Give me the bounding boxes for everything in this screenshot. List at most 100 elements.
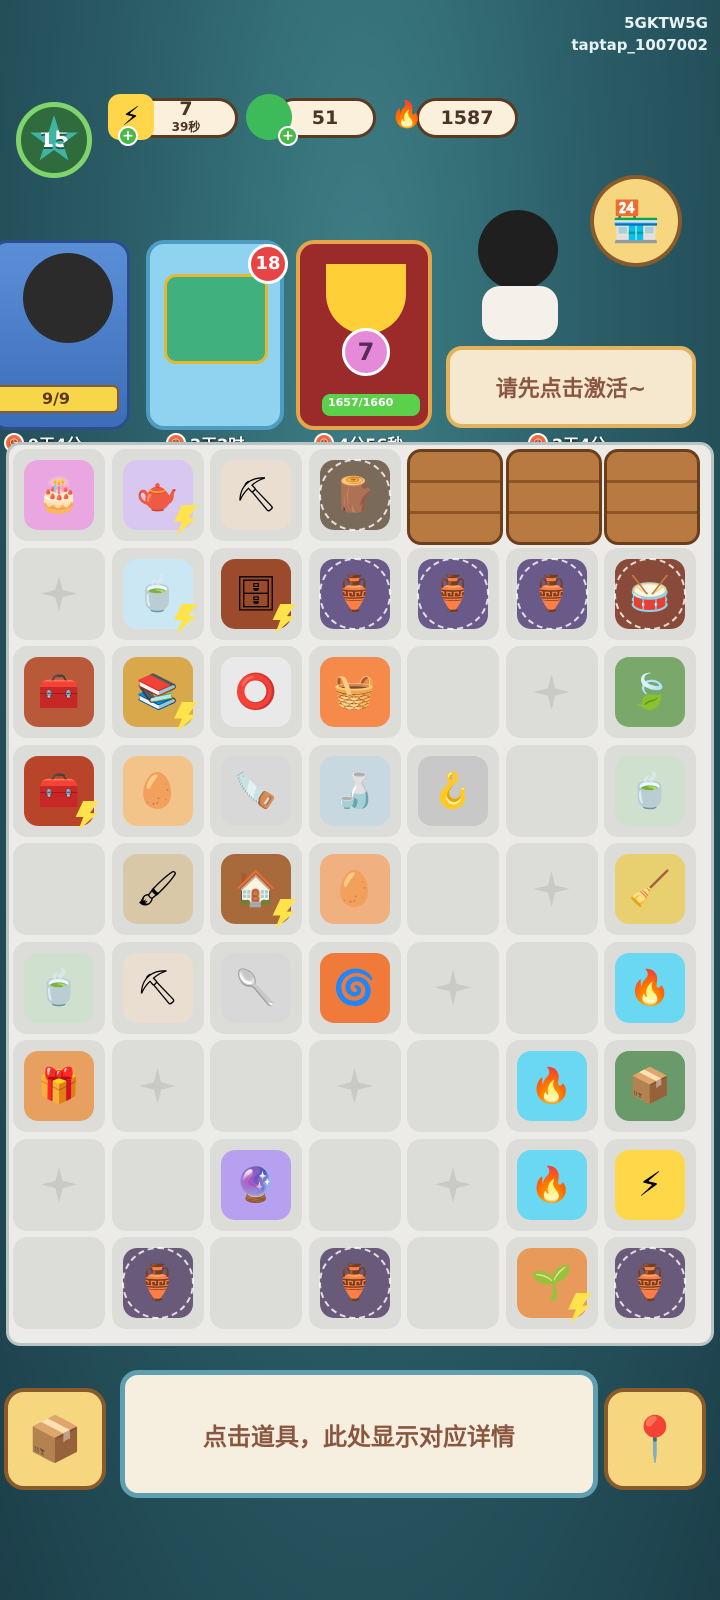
board-cell[interactable]: 🖌 bbox=[111, 843, 204, 935]
board-cell[interactable]: 🌱 bbox=[505, 1237, 598, 1329]
board-cell[interactable]: 🧰 bbox=[13, 744, 105, 837]
board-cell[interactable]: 🍃 bbox=[604, 646, 696, 738]
board-cell[interactable]: 🗄 bbox=[210, 547, 302, 640]
board-cell[interactable]: 📦 bbox=[604, 1040, 696, 1132]
board-cell[interactable]: 🍵 bbox=[111, 547, 204, 640]
mirror-icon[interactable]: 🔮 bbox=[221, 1149, 291, 1220]
board-cell[interactable]: 🪚 bbox=[210, 744, 302, 837]
hook-icon[interactable]: 🪝 bbox=[418, 755, 488, 826]
board-cell[interactable]: 🎂 bbox=[13, 449, 105, 541]
board-cell[interactable]: ⛏ bbox=[111, 941, 204, 1034]
board-cell[interactable]: ⛏ bbox=[210, 449, 302, 541]
board-cell[interactable]: 📚 bbox=[111, 646, 204, 738]
chest-card[interactable]: 18 bbox=[146, 240, 288, 430]
board-cell[interactable]: 🔥 bbox=[604, 941, 696, 1034]
blue-flames-icon[interactable]: 🔥 bbox=[615, 952, 685, 1023]
board-cell[interactable]: 🏺 bbox=[308, 1237, 401, 1329]
board-cell[interactable]: 🥚 bbox=[111, 744, 204, 837]
map-phone-button[interactable]: 📍 bbox=[604, 1388, 706, 1490]
wooden-crate[interactable] bbox=[505, 449, 602, 545]
lifebuoy-icon[interactable]: ⭕ bbox=[221, 657, 291, 727]
board-cell[interactable]: 🏺 bbox=[604, 1237, 696, 1329]
activate-button[interactable]: 请先点击激活~ bbox=[446, 346, 696, 428]
board-cell[interactable]: 🧺 bbox=[308, 646, 401, 738]
board-cell[interactable]: 🏺 bbox=[308, 547, 401, 640]
ladle-icon[interactable]: 🥄 bbox=[221, 952, 291, 1023]
board-cell[interactable]: 🔥 bbox=[505, 1040, 598, 1132]
tea-box-icon[interactable]: 📦 bbox=[615, 1051, 685, 1121]
board-cell[interactable] bbox=[13, 1138, 105, 1231]
trophy-card[interactable]: 7 1657/1660 bbox=[296, 240, 432, 430]
board-cell[interactable]: 🫖 bbox=[111, 449, 204, 541]
tea-pack-icon[interactable]: 🍃 bbox=[615, 657, 685, 727]
bolt-pair-icon[interactable]: ⚡ bbox=[615, 1149, 685, 1220]
board-cell[interactable] bbox=[505, 941, 598, 1034]
board-cell[interactable] bbox=[13, 1237, 105, 1329]
board-cell[interactable] bbox=[407, 1237, 499, 1329]
board-cell[interactable]: 🧹 bbox=[604, 843, 696, 935]
pickaxe-icon[interactable]: ⛏ bbox=[122, 952, 193, 1023]
energy-plus-button[interactable]: + bbox=[118, 126, 138, 146]
blue-flame-icon[interactable]: 🔥 bbox=[516, 1149, 587, 1220]
egg-tray-icon[interactable]: 🥚 bbox=[122, 755, 193, 826]
board-cell[interactable] bbox=[407, 646, 499, 738]
board-cell[interactable]: 🪝 bbox=[407, 744, 499, 837]
board-cell[interactable]: 🏺 bbox=[505, 547, 598, 640]
board-cell[interactable]: 🔮 bbox=[210, 1138, 302, 1231]
board-cell[interactable]: 🍶 bbox=[308, 744, 401, 837]
board-cell[interactable] bbox=[407, 1040, 499, 1132]
board-cell[interactable]: 🍵 bbox=[13, 941, 105, 1034]
board-cell[interactable]: 🥄 bbox=[210, 941, 302, 1034]
board-cell[interactable] bbox=[111, 1138, 204, 1231]
board-cell[interactable] bbox=[111, 1040, 204, 1132]
board-cell[interactable]: 🌀 bbox=[308, 941, 401, 1034]
character-card[interactable]: 9/9 bbox=[0, 240, 130, 430]
flame-pill[interactable]: 1587 bbox=[416, 98, 518, 138]
eggs-icon[interactable]: 🥚 bbox=[319, 854, 390, 924]
board-cell[interactable]: ⚡ bbox=[604, 1138, 696, 1231]
blue-flame-icon[interactable]: 🔥 bbox=[516, 1051, 587, 1121]
board-cell[interactable]: 🎁 bbox=[13, 1040, 105, 1132]
watermark-code: 5GKTW5G bbox=[624, 14, 708, 32]
board-cell[interactable]: 🥁 bbox=[604, 547, 696, 640]
cake-stand-icon[interactable]: 🎂 bbox=[24, 460, 94, 530]
board-cell[interactable]: 🏺 bbox=[407, 547, 499, 640]
board-cell[interactable] bbox=[210, 1040, 302, 1132]
board-cell[interactable] bbox=[210, 1237, 302, 1329]
board-cell[interactable]: 🍵 bbox=[604, 744, 696, 837]
broom-icon[interactable]: 🧹 bbox=[615, 854, 685, 924]
tea-bag-icon[interactable]: 🍵 bbox=[615, 755, 685, 826]
gift-bag-icon[interactable]: 🎁 bbox=[24, 1051, 94, 1121]
brush-icon[interactable]: 🖌 bbox=[122, 854, 193, 924]
board-cell[interactable]: 🧰 bbox=[13, 646, 105, 738]
bottle-icon[interactable]: 🍶 bbox=[319, 755, 390, 826]
wooden-crate[interactable] bbox=[604, 449, 700, 545]
board-cell[interactable] bbox=[407, 1138, 499, 1231]
pickaxe-icon[interactable]: ⛏ bbox=[221, 460, 291, 530]
board-cell[interactable]: 🏠 bbox=[210, 843, 302, 935]
board-cell[interactable] bbox=[308, 1040, 401, 1132]
board-cell[interactable] bbox=[13, 547, 105, 640]
inventory-box-button[interactable]: 📦 bbox=[4, 1388, 106, 1490]
board-cell[interactable] bbox=[13, 843, 105, 935]
board-cell[interactable] bbox=[308, 1138, 401, 1231]
jade-plus-button[interactable]: + bbox=[278, 126, 298, 146]
board-cell[interactable] bbox=[407, 843, 499, 935]
tea-bag-icon[interactable]: 🍵 bbox=[24, 952, 94, 1023]
board-cell[interactable] bbox=[505, 744, 598, 837]
board-cell[interactable]: 🔥 bbox=[505, 1138, 598, 1231]
shop-icon[interactable]: 🏪 bbox=[590, 175, 682, 267]
level-badge[interactable]: 15 bbox=[16, 102, 92, 178]
board-cell[interactable]: 🏺 bbox=[111, 1237, 204, 1329]
pinwheel-icon[interactable]: 🌀 bbox=[319, 952, 390, 1023]
saw-icon[interactable]: 🪚 bbox=[221, 755, 291, 826]
board-cell[interactable] bbox=[407, 941, 499, 1034]
board-cell[interactable] bbox=[505, 843, 598, 935]
wooden-crate[interactable] bbox=[407, 449, 503, 545]
board-cell[interactable] bbox=[505, 646, 598, 738]
flower-basket-icon[interactable]: 🧺 bbox=[319, 657, 390, 727]
lunchbox-icon[interactable]: 🧰 bbox=[24, 657, 94, 727]
board-cell[interactable]: ⭕ bbox=[210, 646, 302, 738]
board-cell[interactable]: 🥚 bbox=[308, 843, 401, 935]
board-cell[interactable]: 🪵 bbox=[308, 449, 401, 541]
